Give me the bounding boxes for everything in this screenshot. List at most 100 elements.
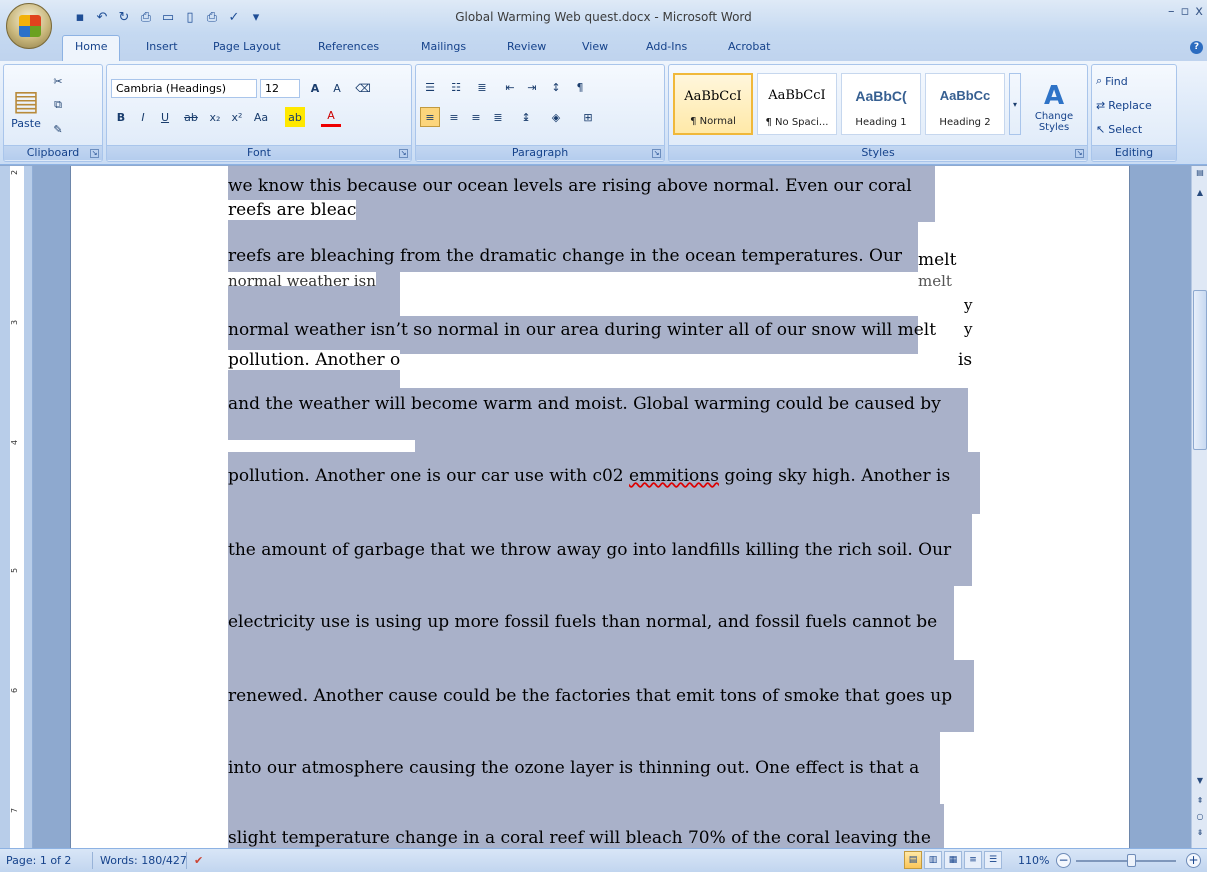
justify-icon[interactable]: ≣ — [488, 107, 508, 127]
tab-home[interactable]: Home — [62, 35, 121, 61]
ruler-strip — [10, 166, 24, 848]
tab-review[interactable]: Review — [507, 40, 546, 53]
close-button[interactable]: x — [1195, 4, 1203, 19]
help-icon[interactable]: ? — [1190, 41, 1203, 54]
cut-icon[interactable]: ✂ — [48, 71, 68, 91]
zoom-in-icon[interactable]: + — [1186, 853, 1201, 868]
misspelled-word[interactable]: emmitions — [629, 466, 719, 486]
align-right-icon[interactable]: ≡ — [466, 107, 486, 127]
font-name-box[interactable]: Cambria (Headings) — [111, 79, 257, 98]
replace-button[interactable]: ⇄ Replace — [1096, 95, 1152, 115]
highlight-icon[interactable]: ab — [285, 107, 305, 127]
clipboard-launcher-icon[interactable]: ↘ — [90, 149, 99, 158]
format-painter-icon[interactable]: ✎ — [48, 119, 68, 139]
bullets-icon[interactable]: ☰ — [420, 77, 440, 97]
align-center-icon[interactable]: ≡ — [444, 107, 464, 127]
tab-references[interactable]: References — [318, 40, 379, 53]
increase-indent-icon[interactable]: ⇥ — [522, 77, 542, 97]
font-size-box[interactable]: 12 — [260, 79, 300, 98]
change-styles-icon: A — [1043, 81, 1065, 111]
decrease-indent-icon[interactable]: ⇤ — [500, 77, 520, 97]
select-icon: ↖ — [1096, 122, 1106, 136]
numbering-icon[interactable]: ☷ — [446, 77, 466, 97]
doc-line: renewed. Another cause could be the fact… — [228, 686, 953, 706]
previous-page-icon[interactable]: ⇞ — [1193, 796, 1207, 810]
style-heading-2[interactable]: AaBbCc Heading 2 — [925, 73, 1005, 135]
tab-add-ins[interactable]: Add-Ins — [646, 40, 687, 53]
font-launcher-icon[interactable]: ↘ — [399, 149, 408, 158]
shading-icon[interactable]: ◈ — [546, 107, 566, 127]
doc-fragment: y — [964, 320, 973, 338]
restore-button[interactable]: ▫ — [1180, 4, 1189, 19]
status-bar: Page: 1 of 2 Words: 180/427 ✔ ▤ ▥ ▦ ≡ ☰ … — [0, 848, 1207, 872]
draft-icon[interactable]: ☰ — [984, 851, 1002, 869]
sort-icon[interactable]: ↕ — [546, 77, 566, 97]
subscript-icon[interactable]: x₂ — [205, 107, 225, 127]
ribbon: ▤ Paste ✂ ⧉ ✎ Clipboard ↘ Cambria (Headi… — [0, 61, 1207, 165]
show-marks-icon[interactable]: ¶ — [570, 77, 590, 97]
status-separator — [92, 852, 93, 869]
doc-fragment: is — [958, 350, 973, 370]
strikethrough-icon[interactable]: ab — [181, 107, 201, 127]
style-heading-1[interactable]: AaBbC( Heading 1 — [841, 73, 921, 135]
select-button[interactable]: ↖ Select — [1096, 119, 1142, 139]
minimize-button[interactable]: – — [1168, 4, 1175, 19]
office-button[interactable] — [6, 3, 52, 49]
ruler-number: 4 — [10, 439, 20, 446]
full-screen-reading-icon[interactable]: ▥ — [924, 851, 942, 869]
ruler-toggle-icon[interactable]: ▤ — [1193, 168, 1207, 182]
document-canvas[interactable]: we know this because our ocean levels ar… — [34, 166, 1191, 848]
ruler-number: 5 — [10, 567, 20, 574]
tab-insert[interactable]: Insert — [146, 40, 178, 53]
clear-formatting-icon[interactable]: ⌫ — [353, 78, 373, 98]
grow-font-icon[interactable]: A — [305, 78, 325, 98]
tab-acrobat[interactable]: Acrobat — [728, 40, 770, 53]
italic-icon[interactable]: I — [133, 107, 153, 127]
page-indicator[interactable]: Page: 1 of 2 — [6, 854, 71, 867]
doc-fragment: melt — [918, 272, 952, 290]
proofing-icon[interactable]: ✔ — [194, 854, 203, 867]
tab-mailings[interactable]: Mailings — [421, 40, 466, 53]
paragraph-launcher-icon[interactable]: ↘ — [652, 149, 661, 158]
ribbon-tabs: Home Insert Page Layout References Maili… — [0, 33, 1207, 61]
next-page-icon[interactable]: ⇟ — [1193, 828, 1207, 842]
scroll-up-icon[interactable]: ▲ — [1193, 188, 1207, 202]
word-count[interactable]: Words: 180/427 — [100, 854, 187, 867]
vertical-scrollbar[interactable]: ▤ ▲ ▼ ⇞ ○ ⇟ — [1191, 166, 1207, 848]
print-layout-icon[interactable]: ▤ — [904, 851, 922, 869]
zoom-slider[interactable] — [1076, 860, 1176, 862]
find-button[interactable]: ⌕ Find — [1096, 71, 1128, 91]
web-layout-icon[interactable]: ▦ — [944, 851, 962, 869]
clipboard-group: ▤ Paste ✂ ⧉ ✎ Clipboard ↘ — [3, 64, 103, 162]
style-normal[interactable]: AaBbCcI ¶ Normal — [673, 73, 753, 135]
document-page[interactable]: we know this because our ocean levels ar… — [70, 166, 1130, 848]
copy-icon[interactable]: ⧉ — [48, 95, 68, 115]
superscript-icon[interactable]: x² — [227, 107, 247, 127]
scroll-down-icon[interactable]: ▼ — [1193, 776, 1207, 790]
doc-line: reefs are bleac — [228, 200, 357, 220]
tab-page-layout[interactable]: Page Layout — [213, 40, 281, 53]
multilevel-list-icon[interactable]: ≣ — [472, 77, 492, 97]
change-styles-button[interactable]: A Change Styles — [1025, 71, 1083, 143]
scroll-thumb[interactable] — [1193, 290, 1207, 450]
style-no-spacing[interactable]: AaBbCcI ¶ No Spaci... — [757, 73, 837, 135]
underline-icon[interactable]: U — [155, 107, 175, 127]
borders-icon[interactable]: ⊞ — [578, 107, 598, 127]
tab-view[interactable]: View — [582, 40, 608, 53]
window-controls: – ▫ x — [1168, 4, 1203, 19]
align-left-icon[interactable]: ≡ — [420, 107, 440, 127]
shrink-font-icon[interactable]: A — [327, 78, 347, 98]
bold-icon[interactable]: B — [111, 107, 131, 127]
browse-object-icon[interactable]: ○ — [1193, 812, 1207, 826]
office-logo-icon — [19, 15, 41, 37]
paste-button[interactable]: ▤ Paste — [8, 71, 44, 143]
styles-launcher-icon[interactable]: ↘ — [1075, 149, 1084, 158]
zoom-slider-thumb[interactable] — [1127, 854, 1136, 867]
change-case-icon[interactable]: Aa — [251, 107, 271, 127]
outline-icon[interactable]: ≡ — [964, 851, 982, 869]
zoom-level[interactable]: 110% — [1018, 854, 1049, 867]
line-spacing-icon[interactable]: ↨ — [516, 107, 536, 127]
font-color-icon[interactable]: A — [321, 107, 341, 127]
zoom-out-icon[interactable]: − — [1056, 853, 1071, 868]
styles-scroll-icon[interactable]: ▾ — [1009, 73, 1021, 135]
